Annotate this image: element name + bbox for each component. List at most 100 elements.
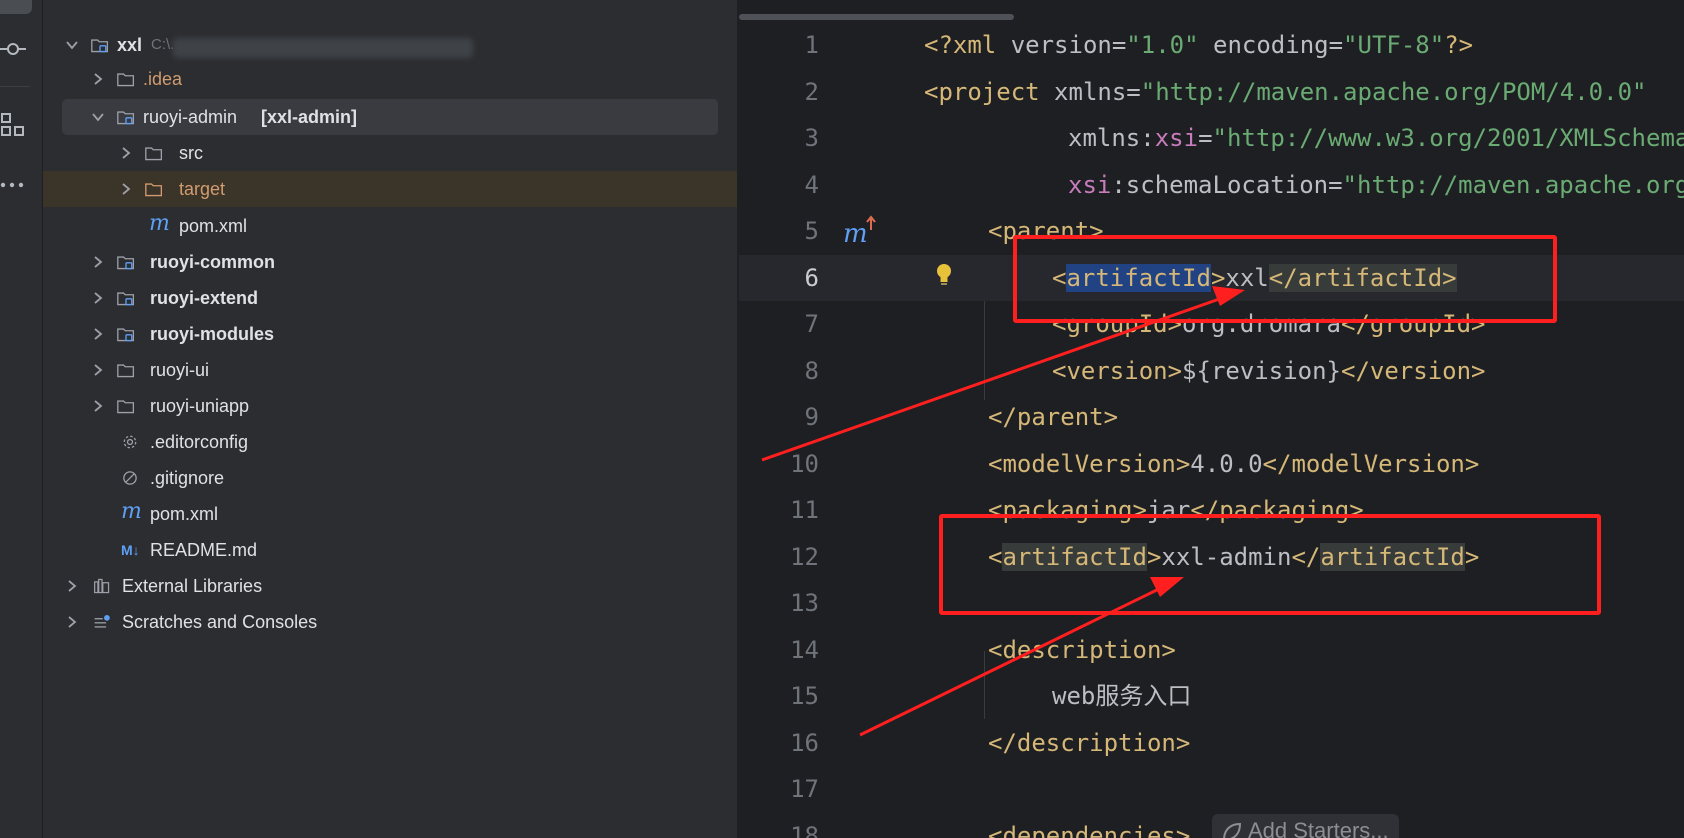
tree-row-scratches[interactable]: Scratches and Consoles — [43, 604, 737, 640]
structure-icon[interactable] — [0, 112, 26, 138]
tree-label: ruoyi-modules — [150, 324, 275, 344]
code-line-2[interactable]: 2 <project xmlns="http://maven.apache.or… — [739, 69, 1684, 115]
token: "http://maven.apache.org/POM/4.0.0 http:… — [1342, 171, 1684, 199]
tree-row-idea[interactable]: .idea — [43, 61, 737, 97]
code-line-17[interactable]: 17 — [739, 766, 1684, 812]
token: <description> — [988, 636, 1176, 664]
more-icon[interactable] — [0, 172, 26, 198]
token: 4.0.0 — [1190, 450, 1263, 478]
tree-label: ruoyi-admin — [143, 107, 238, 127]
tree-row-target[interactable]: target — [43, 171, 737, 207]
chevron-right-icon[interactable] — [89, 397, 107, 415]
token: xmlns= — [1054, 78, 1141, 106]
code-line-3[interactable]: 3 xmlns:xsi="http://www.w3.org/2001/XMLS… — [739, 115, 1684, 161]
maven-update-icon[interactable]: m — [841, 214, 881, 249]
code-line-4[interactable]: 4 xsi:schemaLocation="http://maven.apach… — [739, 162, 1684, 208]
tree-label: .gitignore — [150, 468, 225, 488]
svg-text:m: m — [843, 219, 868, 248]
tree-label: .editorconfig — [150, 432, 249, 452]
chevron-down-icon[interactable] — [63, 36, 81, 54]
scratches-icon — [93, 613, 115, 631]
code-line-8[interactable]: 8 <version>${revision}</version> — [739, 348, 1684, 394]
code-line-1[interactable]: 1 <?xml version="1.0" encoding="UTF-8"?> — [739, 22, 1684, 68]
tree-label: .idea — [143, 69, 183, 89]
tree-row-ruoyi-uniapp[interactable]: ruoyi-uniapp — [43, 388, 737, 424]
token: xsi — [1068, 171, 1112, 199]
tree-row-external-libraries[interactable]: External Libraries — [43, 568, 737, 604]
chevron-right-icon[interactable] — [117, 180, 135, 198]
line-number: 2 — [804, 78, 819, 106]
chevron-right-icon[interactable] — [63, 577, 81, 595]
folder-icon — [117, 397, 139, 415]
code-line-14[interactable]: 14 <description> — [739, 627, 1684, 673]
token: "http://maven.apache.org/POM/4.0.0" — [1140, 78, 1647, 106]
token: version= — [1010, 31, 1127, 59]
line-number: 7 — [804, 310, 819, 338]
line-number: 4 — [804, 171, 819, 199]
line-number: 11 — [790, 496, 819, 524]
redacted-path — [173, 38, 473, 58]
commit-icon[interactable] — [0, 36, 26, 62]
activity-bar — [0, 0, 43, 838]
tree-label: pom.xml — [179, 216, 248, 236]
line-number: 5 — [804, 217, 819, 245]
line-number: 17 — [790, 775, 819, 803]
starters-icon — [1220, 820, 1244, 838]
add-starters-button[interactable]: Add Starters... — [1212, 814, 1399, 838]
maven-icon: m — [149, 211, 170, 236]
token: web服务入口 — [1052, 682, 1192, 710]
code-line-15[interactable]: 15 web服务入口 — [739, 673, 1684, 719]
code-editor[interactable]: 1 <?xml version="1.0" encoding="UTF-8"?>… — [739, 0, 1684, 838]
code-line-16[interactable]: 16 </description> — [739, 720, 1684, 766]
chevron-right-icon[interactable] — [117, 144, 135, 162]
chevron-right-icon[interactable] — [89, 361, 107, 379]
module-folder-icon — [91, 36, 113, 54]
tree-label: ruoyi-ui — [150, 360, 210, 380]
tree-row-ruoyi-ui[interactable]: ruoyi-ui — [43, 352, 737, 388]
folder-icon — [145, 144, 167, 162]
lightbulb-icon[interactable] — [934, 262, 954, 288]
chevron-right-icon[interactable] — [89, 289, 107, 307]
tree-row-pom-root[interactable]: m pom.xml — [43, 496, 737, 532]
line-number: 15 — [790, 682, 819, 710]
tree-row-ruoyi-modules[interactable]: ruoyi-modules — [43, 316, 737, 352]
line-number: 13 — [790, 589, 819, 617]
root-project-name: xxl — [117, 35, 143, 55]
token: <modelVersion> — [988, 450, 1191, 478]
libraries-icon — [93, 577, 115, 595]
token: <version> — [1052, 357, 1183, 385]
tree-label: src — [179, 143, 203, 163]
tree-row-ruoyi-common[interactable]: ruoyi-common — [43, 244, 737, 280]
code-line-9[interactable]: 9 </parent> — [739, 394, 1684, 440]
tree-row-ruoyi-admin[interactable]: ruoyi-admin [xxl-admin] — [62, 99, 718, 135]
chevron-down-icon[interactable] — [89, 108, 107, 126]
tree-row-editorconfig[interactable]: .editorconfig — [43, 424, 737, 460]
gear-icon — [121, 433, 143, 451]
token: xsi — [1154, 124, 1199, 152]
token: ${revision} — [1182, 357, 1341, 385]
tree-label: pom.xml — [150, 504, 219, 524]
chevron-right-icon[interactable] — [89, 253, 107, 271]
activity-bar-active-tool[interactable] — [0, 0, 32, 14]
tree-label: target — [179, 179, 226, 199]
line-number: 1 — [804, 31, 819, 59]
tree-row-src[interactable]: src — [43, 135, 737, 171]
activity-bar-separator — [0, 86, 30, 87]
tree-row-readme[interactable]: M↓ README.md — [43, 532, 737, 568]
tree-label: ruoyi-uniapp — [150, 396, 250, 416]
chevron-right-icon[interactable] — [89, 70, 107, 88]
tree-row-gitignore[interactable]: .gitignore — [43, 460, 737, 496]
chevron-right-icon[interactable] — [89, 325, 107, 343]
tree-row-ruoyi-extend[interactable]: ruoyi-extend — [43, 280, 737, 316]
chevron-right-icon[interactable] — [63, 613, 81, 631]
line-number: 8 — [804, 357, 819, 385]
token: encoding= — [1198, 31, 1344, 59]
tree-row-pom-admin[interactable]: m pom.xml — [43, 208, 737, 244]
code-line-10[interactable]: 10 <modelVersion>4.0.0</modelVersion> — [739, 441, 1684, 487]
token: </modelVersion> — [1262, 450, 1480, 478]
folder-icon — [117, 70, 139, 88]
horizontal-scrollbar[interactable] — [739, 14, 1014, 20]
tree-label: Scratches and Consoles — [122, 612, 318, 632]
annotation-box-module-artifact — [939, 514, 1601, 615]
tree-label: External Libraries — [122, 576, 263, 596]
